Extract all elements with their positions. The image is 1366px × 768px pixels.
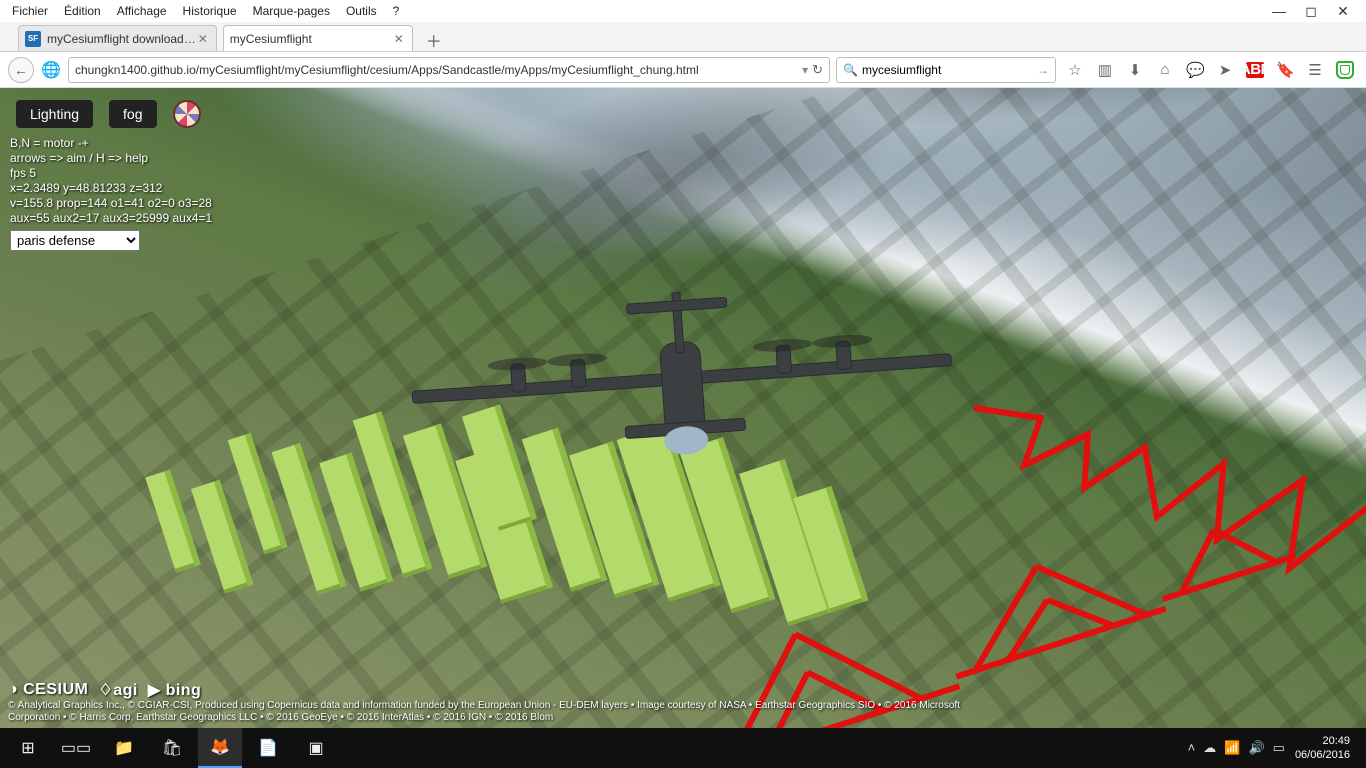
telemetry-line: x=2.3489 y=48.81233 z=312 bbox=[10, 181, 212, 196]
reload-icon[interactable]: ↻ bbox=[812, 62, 823, 78]
telemetry-line: v=155.8 prop=144 o1=41 o2=0 o3=28 bbox=[10, 196, 212, 211]
window-maximize-icon[interactable]: ◻ bbox=[1304, 3, 1318, 20]
send-icon[interactable]: ➤ bbox=[1216, 61, 1234, 79]
new-tab-button[interactable]: ＋ bbox=[423, 29, 445, 51]
chat-icon[interactable]: 💬 bbox=[1186, 61, 1204, 79]
tab-close-icon[interactable]: ✕ bbox=[196, 32, 210, 46]
attribution-line-2: Corporation • © Harris Corp, Earthstar G… bbox=[8, 712, 1358, 724]
address-bar-url: chungkn1400.github.io/myCesiumflight/myC… bbox=[75, 63, 798, 77]
toolbar-icons: ☆ ▥ ⬇ ⌂ 💬 ➤ ABP 🔖 ☰ bbox=[1062, 61, 1358, 79]
tray-cloud-icon[interactable]: ☁ bbox=[1203, 740, 1216, 756]
browser-tabstrip: SF myCesiumflight download… ✕ myCesiumfl… bbox=[0, 22, 1366, 52]
aircraft-model bbox=[356, 261, 1010, 530]
menu-history[interactable]: Historique bbox=[177, 2, 243, 20]
cmd-button[interactable]: ▣ bbox=[294, 728, 338, 768]
hud-button-row: Lighting fog bbox=[16, 100, 201, 128]
tray-language-icon[interactable]: ▭ bbox=[1273, 740, 1285, 756]
browser-menubar: Fichier Édition Affichage Historique Mar… bbox=[0, 0, 1366, 22]
compass-icon[interactable] bbox=[173, 100, 201, 128]
file-explorer-button[interactable]: 📁 bbox=[102, 728, 146, 768]
lighting-button[interactable]: Lighting bbox=[16, 100, 93, 128]
hamburger-menu-icon[interactable]: ☰ bbox=[1306, 61, 1324, 79]
fog-button[interactable]: fog bbox=[109, 100, 156, 128]
scene-attribution: CESIUM ♢agi ▶ bing © Analytical Graphics… bbox=[0, 674, 1366, 728]
search-bar[interactable]: 🔍 → bbox=[836, 57, 1056, 83]
nav-back-button[interactable]: ← bbox=[8, 57, 34, 83]
location-select[interactable]: paris defense bbox=[10, 230, 140, 251]
search-go-icon[interactable]: → bbox=[1037, 63, 1049, 77]
clock-date: 06/06/2016 bbox=[1295, 748, 1350, 762]
adblock-plus-icon[interactable]: ABP bbox=[1246, 62, 1264, 78]
firefox-button[interactable]: 🦊 bbox=[198, 728, 242, 768]
tab-cesiumflight-download[interactable]: SF myCesiumflight download… ✕ bbox=[18, 25, 217, 51]
cesium-logo: CESIUM bbox=[8, 681, 88, 699]
menu-tools[interactable]: Outils bbox=[340, 2, 383, 20]
search-input[interactable] bbox=[862, 63, 1033, 77]
clock-time: 20:49 bbox=[1295, 734, 1350, 748]
window-minimize-icon[interactable]: — bbox=[1272, 3, 1286, 20]
bing-logo: ▶ bing bbox=[148, 680, 202, 700]
attribution-line-1: © Analytical Graphics Inc., © CGIAR-CSI,… bbox=[8, 700, 1358, 712]
menu-view[interactable]: Affichage bbox=[111, 2, 173, 20]
home-icon[interactable]: ⌂ bbox=[1156, 61, 1174, 78]
tray-volume-icon[interactable]: 🔊 bbox=[1248, 740, 1264, 756]
tab-cesiumflight-app[interactable]: myCesiumflight ✕ bbox=[223, 25, 413, 51]
downloads-icon[interactable]: ⬇ bbox=[1126, 61, 1144, 79]
menu-bookmarks[interactable]: Marque-pages bbox=[247, 2, 336, 20]
favicon-sourceforge-icon: SF bbox=[25, 31, 41, 47]
bookmark-star-icon[interactable]: ☆ bbox=[1066, 61, 1084, 79]
reading-list-icon[interactable]: ▥ bbox=[1096, 61, 1114, 79]
telemetry-line: aux=55 aux2=17 aux3=25999 aux4=1 bbox=[10, 211, 212, 226]
browser-toolbar: ← 🌐 chungkn1400.github.io/myCesiumflight… bbox=[0, 52, 1366, 88]
menu-edit[interactable]: Édition bbox=[58, 2, 107, 20]
telemetry-readout: B,N = motor -+ arrows => aim / H => help… bbox=[10, 136, 212, 226]
taskbar-clock[interactable]: 20:49 06/06/2016 bbox=[1295, 734, 1350, 762]
windows-taskbar: ⊞ ▭▭ 📁 🛍 🦊 📄 ▣ ˄ ☁ 📶 🔊 ▭ 20:49 06/06/201… bbox=[0, 728, 1366, 768]
site-identity-icon[interactable]: 🌐 bbox=[40, 59, 62, 81]
store-button[interactable]: 🛍 bbox=[150, 728, 194, 768]
tab-title: myCesiumflight download… bbox=[47, 32, 196, 46]
menu-help[interactable]: ? bbox=[387, 2, 406, 20]
ublock-shield-icon[interactable] bbox=[1336, 61, 1354, 79]
location-select-wrap: paris defense bbox=[10, 230, 140, 251]
tab-title: myCesiumflight bbox=[230, 32, 392, 46]
start-button[interactable]: ⊞ bbox=[6, 728, 50, 768]
telemetry-line: B,N = motor -+ bbox=[10, 136, 212, 151]
tray-chevron-icon[interactable]: ˄ bbox=[1188, 740, 1196, 756]
tray-wifi-icon[interactable]: 📶 bbox=[1224, 740, 1240, 756]
dropdown-history-icon[interactable]: ▾ bbox=[802, 63, 808, 77]
search-engine-icon[interactable]: 🔍 bbox=[843, 63, 858, 77]
telemetry-line: fps 5 bbox=[10, 166, 212, 181]
telemetry-line: arrows => aim / H => help bbox=[10, 151, 212, 166]
notepadpp-button[interactable]: 📄 bbox=[246, 728, 290, 768]
menu-file[interactable]: Fichier bbox=[6, 2, 54, 20]
window-close-icon[interactable]: ✕ bbox=[1336, 3, 1350, 20]
system-tray: ˄ ☁ 📶 🔊 ▭ 20:49 06/06/2016 bbox=[1188, 734, 1360, 762]
cesium-viewport[interactable]: Lighting fog B,N = motor -+ arrows => ai… bbox=[0, 88, 1366, 728]
pocket-icon[interactable]: 🔖 bbox=[1276, 61, 1294, 79]
agi-logo: ♢agi bbox=[98, 680, 137, 700]
address-bar[interactable]: chungkn1400.github.io/myCesiumflight/myC… bbox=[68, 57, 830, 83]
tab-close-icon[interactable]: ✕ bbox=[392, 32, 406, 46]
task-view-button[interactable]: ▭▭ bbox=[54, 728, 98, 768]
